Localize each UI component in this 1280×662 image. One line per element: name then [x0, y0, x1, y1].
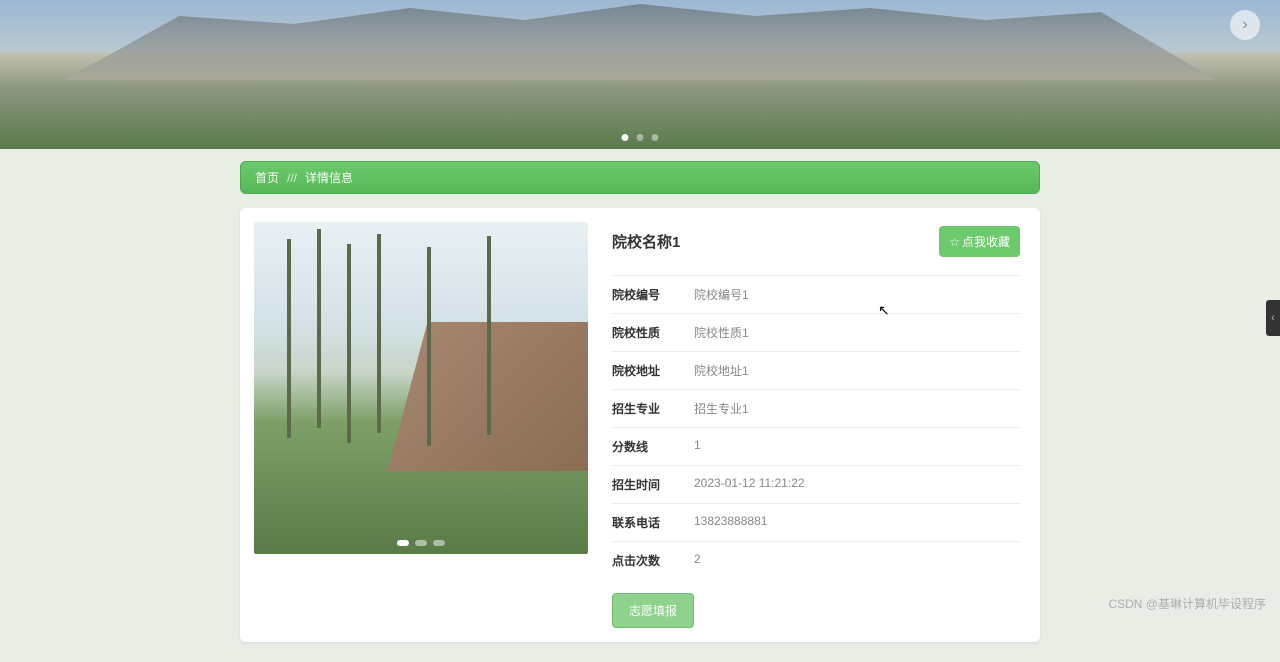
info-label: 院校地址 — [612, 362, 694, 379]
star-icon: ☆ — [949, 235, 960, 249]
breadcrumb: 首页 /// 详情信息 — [240, 161, 1040, 194]
favorite-button-label: 点我收藏 — [962, 233, 1010, 250]
gallery-dot-1[interactable] — [397, 540, 409, 546]
hero-dot-group — [622, 134, 659, 141]
gallery-image[interactable] — [254, 222, 588, 554]
breadcrumb-home-link[interactable]: 首页 — [255, 169, 279, 186]
info-row: 招生时间2023-01-12 11:21:22 — [612, 465, 1020, 503]
info-label: 分数线 — [612, 438, 694, 455]
breadcrumb-separator: /// — [287, 171, 297, 185]
hero-dot-2[interactable] — [637, 134, 644, 141]
info-label: 院校编号 — [612, 286, 694, 303]
breadcrumb-current: 详情信息 — [305, 169, 353, 186]
info-value: 13823888881 — [694, 514, 767, 531]
apply-button[interactable]: 志愿填报 — [612, 593, 694, 628]
info-row: 院校性质院校性质1 — [612, 313, 1020, 351]
info-label: 招生时间 — [612, 476, 694, 493]
detail-card: 院校名称1 ☆点我收藏 院校编号院校编号1院校性质院校性质1院校地址院校地址1招… — [240, 208, 1040, 642]
carousel-next-arrow[interactable]: › — [1230, 10, 1260, 40]
main-container: 首页 /// 详情信息 院校名称1 ☆点我收藏 院校编号院校编号1院校性质院校性… — [240, 161, 1040, 642]
gallery-dot-2[interactable] — [415, 540, 427, 546]
title-row: 院校名称1 ☆点我收藏 — [612, 226, 1020, 269]
info-value: 2023-01-12 11:21:22 — [694, 476, 805, 493]
action-row: 志愿填报 — [612, 593, 1020, 628]
info-row: 招生专业招生专业1 — [612, 389, 1020, 427]
info-row: 联系电话13823888881 — [612, 503, 1020, 541]
info-label: 联系电话 — [612, 514, 694, 531]
chevron-left-icon: ‹ — [1271, 312, 1275, 324]
info-label: 招生专业 — [612, 400, 694, 417]
info-row: 院校编号院校编号1 — [612, 275, 1020, 313]
info-row: 分数线1 — [612, 427, 1020, 465]
gallery-dot-group — [397, 540, 445, 546]
gallery-dot-3[interactable] — [433, 540, 445, 546]
info-label: 院校性质 — [612, 324, 694, 341]
detail-panel: 院校名称1 ☆点我收藏 院校编号院校编号1院校性质院校性质1院校地址院校地址1招… — [612, 222, 1026, 628]
info-value: 院校地址1 — [694, 362, 749, 379]
info-value: 2 — [694, 552, 701, 569]
hero-dot-1[interactable] — [622, 134, 629, 141]
info-row: 院校地址院校地址1 — [612, 351, 1020, 389]
info-value: 1 — [694, 438, 701, 455]
page-title: 院校名称1 — [612, 231, 680, 252]
info-value: 院校性质1 — [694, 324, 749, 341]
info-value: 院校编号1 — [694, 286, 749, 303]
favorite-button[interactable]: ☆点我收藏 — [939, 226, 1020, 257]
info-row: 点击次数2 — [612, 541, 1020, 579]
hero-carousel: › — [0, 0, 1280, 149]
info-label: 点击次数 — [612, 552, 694, 569]
watermark: CSDN @基琳计算机毕设程序 — [1108, 595, 1266, 612]
hero-dot-3[interactable] — [652, 134, 659, 141]
image-gallery — [254, 222, 588, 628]
side-drawer-toggle[interactable]: ‹ — [1266, 300, 1280, 336]
chevron-right-icon: › — [1242, 16, 1247, 34]
info-value: 招生专业1 — [694, 400, 749, 417]
